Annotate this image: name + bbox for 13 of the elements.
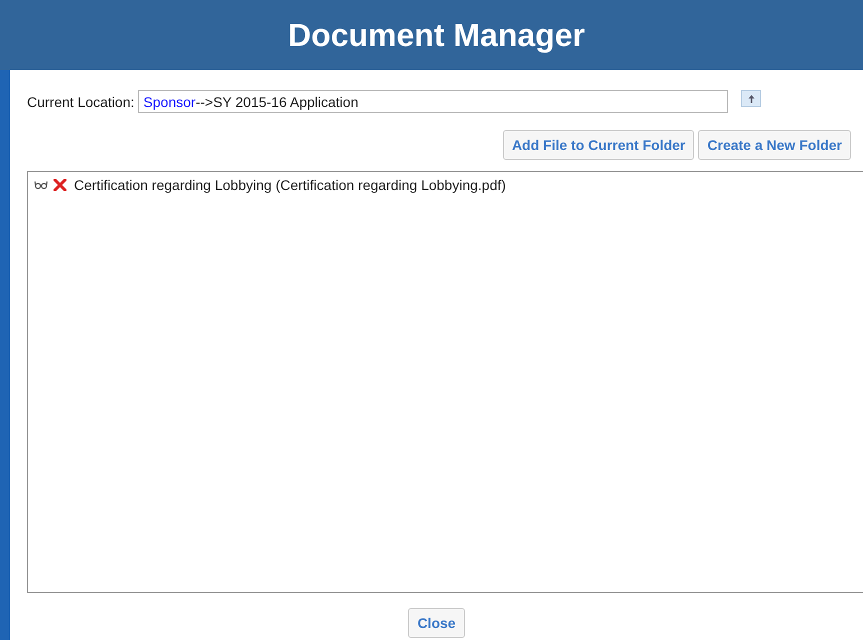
up-folder-button[interactable] bbox=[741, 90, 762, 107]
up-arrow-icon bbox=[746, 94, 756, 104]
new-folder-button[interactable]: Create a New Folder bbox=[698, 130, 851, 160]
breadcrumb-path: -->SY 2015-16 Application bbox=[196, 94, 358, 110]
location-label: Current Location: bbox=[27, 94, 134, 110]
delete-icon[interactable] bbox=[53, 179, 67, 191]
close-button[interactable]: Close bbox=[408, 608, 465, 638]
glasses-icon[interactable] bbox=[34, 180, 48, 190]
add-file-button[interactable]: Add File to Current Folder bbox=[502, 130, 694, 160]
file-name[interactable]: Certification regarding Lobbying (Certification regarding Lobbying.pdf) bbox=[74, 177, 506, 193]
location-field[interactable]: Sponsor-->SY 2015-16 Application bbox=[138, 90, 728, 113]
breadcrumb-link[interactable]: Sponsor bbox=[143, 94, 196, 110]
window-title: Document Manager bbox=[288, 16, 585, 54]
